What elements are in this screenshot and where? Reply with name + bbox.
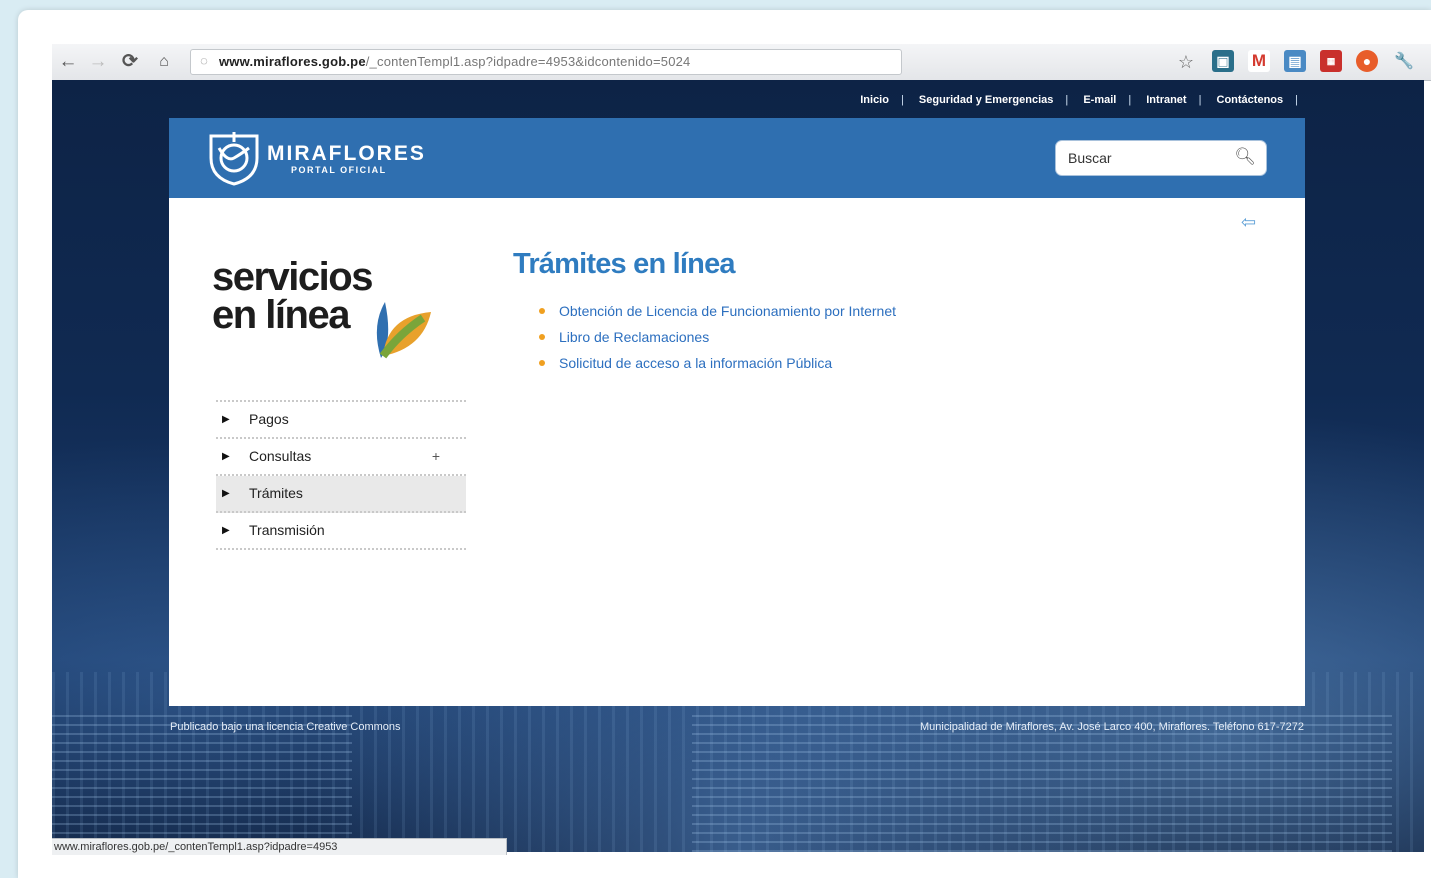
bullet-icon — [539, 334, 545, 340]
nav-contactenos[interactable]: Contáctenos — [1217, 94, 1284, 106]
page-title: Trámites en línea — [513, 248, 736, 280]
nav-intranet[interactable]: Intranet — [1146, 94, 1186, 106]
gmail-icon[interactable]: M — [1248, 50, 1270, 72]
services-menu: ▶ Pagos ▶ Consultas + ▶ Trámites ▶ Trans… — [216, 400, 466, 550]
list-item[interactable]: Obtención de Licencia de Funcionamiento … — [539, 298, 896, 324]
search-box[interactable]: 🔍︎ — [1055, 140, 1267, 176]
browser-toolbar: ← → ⟳ ⌂ ◌ www.miraflores.gob.pe/_contenT… — [52, 44, 1431, 81]
tramites-list: Obtención de Licencia de Funcionamiento … — [539, 298, 896, 376]
bullet-icon — [539, 360, 545, 366]
website-viewport: Inicio | Seguridad y Emergencias | E-mail |… — [52, 80, 1424, 852]
circle-extension-icon[interactable]: ● — [1356, 50, 1378, 72]
menu-item-pagos[interactable]: ▶ Pagos — [216, 402, 466, 439]
search-input[interactable] — [1066, 149, 1230, 167]
back-icon[interactable]: ← — [56, 50, 80, 74]
brand-name: MIRAFLORES — [267, 142, 426, 165]
status-bar: www.miraflores.gob.pe/_contenTempl1.asp?… — [52, 838, 507, 855]
forward-icon[interactable]: → — [86, 50, 110, 74]
leaf-icon — [376, 302, 431, 359]
triangle-right-icon: ▶ — [222, 451, 230, 462]
back-arrow-icon[interactable]: ⇦ — [1241, 212, 1256, 233]
main-content: ⇦ servicios en línea ▶ Pagos ▶ Consultas… — [169, 198, 1305, 706]
expand-icon[interactable]: + — [432, 439, 440, 474]
menu-item-transmision[interactable]: ▶ Transmisión — [216, 513, 466, 550]
address-bar[interactable]: ◌ www.miraflores.gob.pe/_contenTempl1.as… — [190, 49, 902, 75]
menu-item-tramites[interactable]: ▶ Trámites — [216, 476, 466, 513]
nav-seguridad[interactable]: Seguridad y Emergencias — [919, 94, 1054, 106]
nav-inicio[interactable]: Inicio — [860, 94, 889, 106]
star-icon[interactable]: ☆ — [1174, 50, 1198, 74]
url-text: www.miraflores.gob.pe/_contenTempl1.asp?… — [219, 54, 691, 69]
bullet-icon — [539, 308, 545, 314]
pdf-icon[interactable]: ▦ — [1320, 50, 1342, 72]
docs-icon[interactable]: ▤ — [1284, 50, 1306, 72]
site-header: MIRAFLORES PORTAL OFICIAL 🔍︎ — [169, 118, 1305, 198]
home-icon[interactable]: ⌂ — [152, 50, 176, 74]
triangle-right-icon: ▶ — [222, 488, 230, 499]
reload-icon[interactable]: ⟳ — [118, 50, 142, 74]
brand-subtitle: PORTAL OFICIAL — [291, 165, 387, 175]
triangle-right-icon: ▶ — [222, 414, 230, 425]
globe-icon: ◌ — [200, 53, 208, 68]
triangle-right-icon: ▶ — [222, 525, 230, 536]
nav-email[interactable]: E-mail — [1083, 94, 1116, 106]
footer-license[interactable]: Publicado bajo una licencia Creative Com… — [170, 721, 401, 733]
footer-address: Municipalidad de Miraflores, Av. José La… — [920, 721, 1304, 733]
list-item[interactable]: Libro de Reclamaciones — [539, 324, 896, 350]
services-heading: servicios en línea — [212, 255, 373, 337]
search-icon[interactable]: 🔍︎ — [1234, 147, 1256, 167]
top-navigation: Inicio | Seguridad y Emergencias | E-mail |… — [860, 94, 1298, 106]
extension-icon[interactable]: ▣ — [1212, 50, 1234, 72]
menu-item-consultas[interactable]: ▶ Consultas + — [216, 439, 466, 476]
miraflores-logo[interactable] — [205, 128, 263, 186]
wrench-icon[interactable]: 🔧 — [1392, 50, 1416, 74]
list-item[interactable]: Solicitud de acceso a la información Púb… — [539, 350, 896, 376]
